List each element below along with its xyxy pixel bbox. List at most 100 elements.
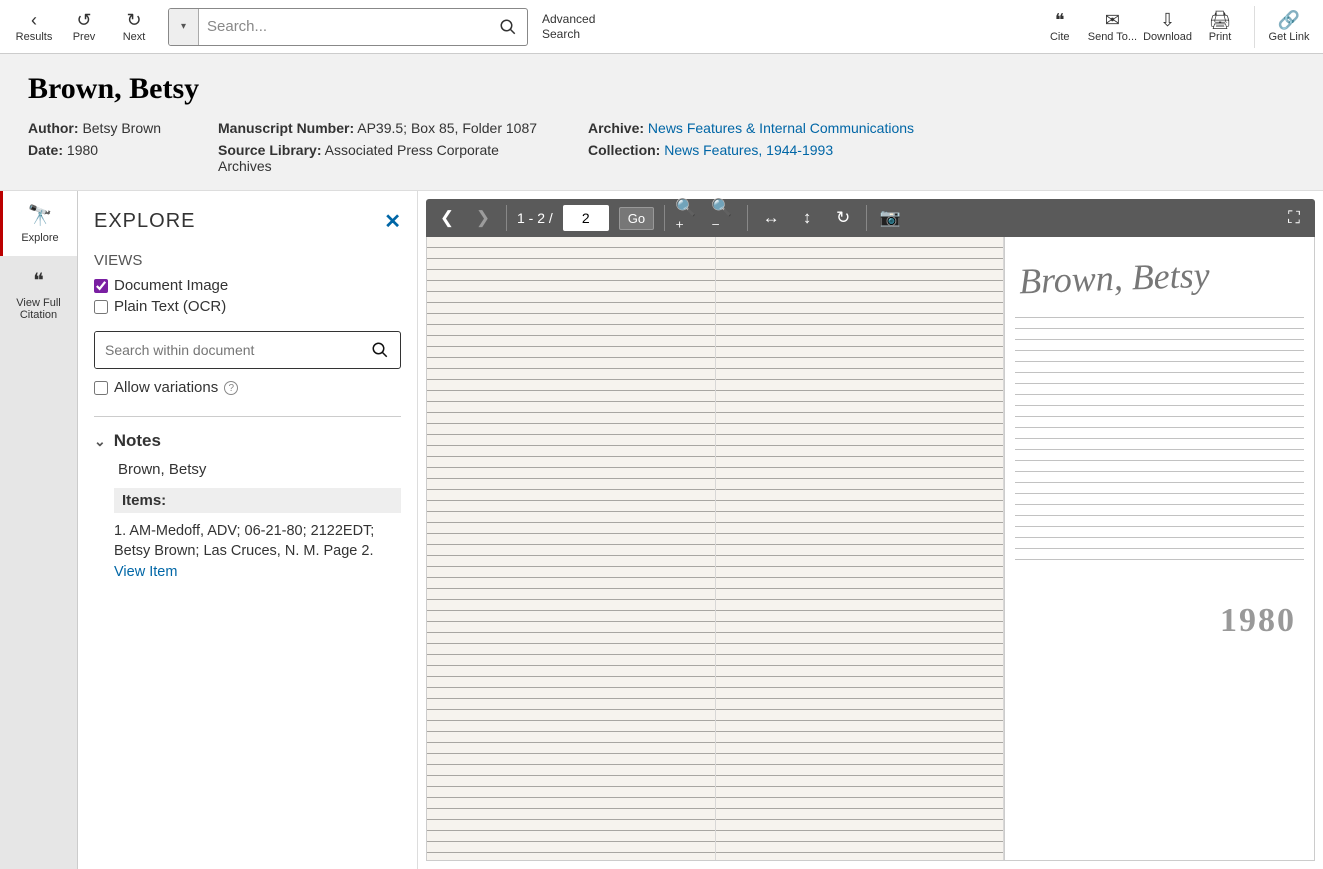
views-heading: VIEWS	[94, 252, 401, 269]
rail-explore-label: Explore	[21, 232, 58, 244]
top-toolbar: ‹ Results ↺ Prev ↻ Next ▾ AdvancedSearch…	[0, 0, 1323, 54]
image-icon: 📷	[880, 208, 901, 228]
left-rail: 🔭 Explore ❝ View FullCitation	[0, 191, 78, 869]
fullscreen-button[interactable]: ⛶	[1281, 205, 1307, 231]
manuscript-number-field: Manuscript Number: AP39.5; Box 85, Folde…	[218, 120, 548, 136]
page-number-input[interactable]	[563, 205, 609, 231]
search-within-document-button[interactable]	[360, 332, 400, 368]
handwritten-signature: Brown, Betsy	[1018, 254, 1210, 303]
print-label: Print	[1209, 31, 1232, 43]
search-input[interactable]	[199, 9, 489, 45]
link-icon: 🔗	[1278, 11, 1300, 29]
explore-panel: EXPLORE ✕ VIEWS Document Image Plain Tex…	[78, 191, 418, 869]
view-item-link[interactable]: View Item	[114, 564, 177, 580]
search-button[interactable]	[489, 9, 527, 45]
chevron-left-icon: ❮	[440, 208, 454, 228]
document-image-checkbox-row[interactable]: Document Image	[94, 277, 401, 294]
getlink-label: Get Link	[1269, 31, 1310, 43]
cite-label: Cite	[1050, 31, 1070, 43]
getlink-button[interactable]: 🔗 Get Link	[1267, 11, 1311, 43]
items-label: Items:	[114, 488, 401, 513]
allow-variations-checkbox[interactable]	[94, 381, 108, 395]
download-icon: ⇩	[1160, 11, 1175, 29]
cite-button[interactable]: ❝ Cite	[1038, 11, 1082, 43]
quote-icon: ❝	[33, 268, 44, 293]
rail-explore[interactable]: 🔭 Explore	[0, 191, 77, 256]
zoom-out-button[interactable]: 🔍⁻	[711, 205, 737, 231]
zoom-in-button[interactable]: 🔍⁺	[675, 205, 701, 231]
allow-variations-row[interactable]: Allow variations ?	[94, 379, 401, 396]
results-button[interactable]: ‹ Results	[12, 11, 56, 43]
print-button[interactable]: 🖨 Print	[1198, 11, 1242, 43]
page-range-text: 1 - 2 /	[517, 210, 553, 226]
main-area: 🔭 Explore ❝ View FullCitation EXPLORE ✕ …	[0, 191, 1323, 869]
binoculars-icon: 🔭	[28, 203, 53, 228]
advanced-search-link[interactable]: AdvancedSearch	[542, 12, 595, 41]
zoom-out-icon: 🔍⁻	[711, 198, 737, 238]
quote-icon: ❝	[1055, 11, 1065, 29]
gallery-button[interactable]: 📷	[877, 205, 903, 231]
help-icon[interactable]: ?	[224, 381, 238, 395]
allow-variations-label: Allow variations	[114, 379, 218, 396]
rotate-icon: ↻	[836, 208, 850, 228]
rotate-button[interactable]: ↻	[830, 205, 856, 231]
plain-text-checkbox-row[interactable]: Plain Text (OCR)	[94, 298, 401, 315]
newspaper-column-3	[1015, 307, 1304, 567]
download-label: Download	[1143, 31, 1192, 43]
archive-link[interactable]: News Features & Internal Communications	[648, 120, 914, 136]
collection-field: Collection: News Features, 1944-1993	[588, 142, 833, 174]
page-title: Brown, Betsy	[28, 72, 1295, 106]
chevron-left-icon: ‹	[31, 11, 37, 29]
source-library-field: Source Library: Associated Press Corpora…	[218, 142, 548, 174]
print-icon: 🖨	[1209, 11, 1232, 29]
newspaper-column-2	[716, 237, 1005, 860]
scan-margin: Brown, Betsy 1980	[1004, 237, 1314, 860]
note-text: Brown, Betsy	[118, 461, 401, 478]
item-entry: 1. AM-Medoff, ADV; 06-21-80; 2122EDT; Be…	[114, 521, 401, 582]
chevron-down-icon: ⌄	[94, 433, 106, 450]
circle-right-icon: ↻	[126, 11, 141, 29]
rail-citation[interactable]: ❝ View FullCitation	[0, 256, 77, 333]
document-image-label: Document Image	[114, 277, 228, 294]
search-within-document-input[interactable]	[95, 332, 360, 368]
send-icon: ✉	[1105, 11, 1120, 29]
next-button[interactable]: ↻ Next	[112, 11, 156, 43]
archive-field: Archive: News Features & Internal Commun…	[588, 120, 914, 136]
results-label: Results	[16, 31, 53, 43]
notes-toggle[interactable]: ⌄ Notes	[94, 431, 401, 451]
search-icon	[499, 18, 517, 36]
year-stamp: 1980	[1220, 602, 1296, 640]
viewer-toolbar: ❮ ❯ 1 - 2 / Go 🔍⁺ 🔍⁻ ↔ ↕ ↻ 📷 ⛶	[426, 199, 1315, 237]
prev-label: Prev	[73, 31, 96, 43]
collection-link[interactable]: News Features, 1944-1993	[664, 142, 833, 158]
search-filter-dropdown[interactable]: ▾	[169, 9, 199, 45]
close-panel-button[interactable]: ✕	[384, 209, 401, 234]
sendto-button[interactable]: ✉ Send To...	[1088, 11, 1137, 43]
document-viewer: ❮ ❯ 1 - 2 / Go 🔍⁺ 🔍⁻ ↔ ↕ ↻ 📷 ⛶ Brown, Be…	[418, 191, 1323, 869]
explore-heading: EXPLORE	[94, 210, 195, 233]
plain-text-checkbox[interactable]	[94, 300, 108, 314]
download-button[interactable]: ⇩ Download	[1143, 11, 1192, 43]
rail-citation-label: View FullCitation	[16, 297, 60, 321]
fullscreen-icon: ⛶	[1288, 208, 1300, 228]
record-header: Brown, Betsy Author: Betsy Brown Manuscr…	[0, 54, 1323, 191]
circle-left-icon: ↺	[76, 11, 91, 29]
fit-height-icon: ↕	[803, 208, 812, 228]
zoom-in-icon: 🔍⁺	[675, 198, 701, 238]
page-next-button[interactable]: ❯	[470, 205, 496, 231]
search-icon	[371, 341, 389, 359]
go-button[interactable]: Go	[619, 207, 654, 230]
plain-text-label: Plain Text (OCR)	[114, 298, 226, 315]
fit-height-button[interactable]: ↕	[794, 205, 820, 231]
toolbar-separator	[1254, 6, 1255, 48]
prev-button[interactable]: ↺ Prev	[62, 11, 106, 43]
notes-heading: Notes	[114, 431, 161, 451]
sendto-label: Send To...	[1088, 31, 1137, 43]
scanned-document-image[interactable]: Brown, Betsy 1980	[426, 237, 1315, 861]
next-label: Next	[123, 31, 146, 43]
date-field: Date: 1980	[28, 142, 178, 174]
fit-width-button[interactable]: ↔	[758, 205, 784, 231]
chevron-right-icon: ❯	[476, 208, 490, 228]
page-prev-button[interactable]: ❮	[434, 205, 460, 231]
document-image-checkbox[interactable]	[94, 279, 108, 293]
